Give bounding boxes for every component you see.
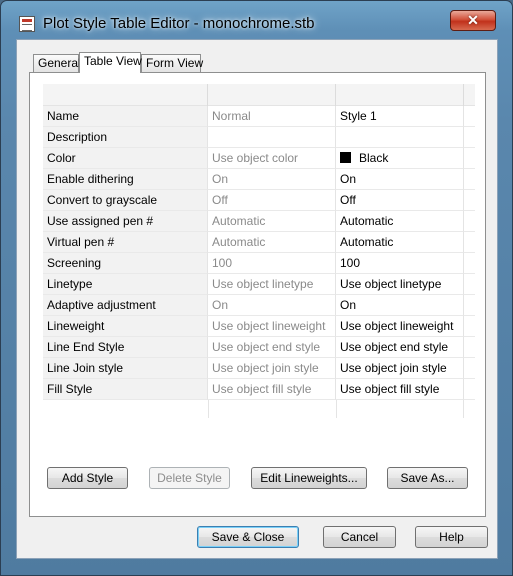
style1-value-cell[interactable]: 100	[336, 253, 464, 274]
grid-filler-cell	[464, 148, 475, 169]
grid-filler-cell	[464, 358, 475, 379]
table-view-panel: Name Normal Style 1 Description Color Use obj…	[29, 72, 486, 517]
property-name-cell: Enable dithering	[43, 169, 208, 190]
table-row[interactable]: Convert to grayscale Off Off	[43, 190, 475, 211]
grid-filler-cell	[464, 316, 475, 337]
normal-style-cell: Automatic	[208, 232, 336, 253]
style1-value-cell[interactable]: Automatic	[336, 232, 464, 253]
normal-style-cell: Off	[208, 190, 336, 211]
table-row[interactable]: Description	[43, 127, 475, 148]
grid-filler-cell	[464, 169, 475, 190]
table-row[interactable]: Line End Style Use object end style Use ob…	[43, 337, 475, 358]
save-and-close-button[interactable]: Save & Close	[197, 526, 299, 548]
color-value-label: Black	[359, 151, 389, 165]
normal-style-cell: 100	[208, 253, 336, 274]
grid-filler-cell	[464, 295, 475, 316]
normal-style-cell: Use object fill style	[208, 379, 336, 400]
close-button[interactable]: ✕	[450, 10, 496, 31]
normal-style-cell: On	[208, 295, 336, 316]
tab-form-view[interactable]: Form View	[141, 54, 203, 72]
normal-style-cell: Use object join style	[208, 358, 336, 379]
grid-filler-cell	[464, 127, 475, 148]
help-button[interactable]: Help	[415, 526, 488, 548]
property-name-cell: Use assigned pen #	[43, 211, 208, 232]
grid-column-divider	[336, 400, 337, 418]
table-row[interactable]: Fill Style Use object fill style Use objec…	[43, 379, 475, 400]
normal-style-cell: Automatic	[208, 211, 336, 232]
delete-style-button[interactable]: Delete Style	[149, 467, 230, 489]
property-name-cell: Screening	[43, 253, 208, 274]
grid-filler-cell	[464, 190, 475, 211]
grid-filler-cell	[464, 253, 475, 274]
table-row[interactable]: Name Normal Style 1	[43, 106, 475, 127]
tab-general[interactable]: General	[33, 54, 81, 72]
normal-style-cell: Use object end style	[208, 337, 336, 358]
table-row[interactable]: Color Use object color Black	[43, 148, 475, 169]
style1-value-cell[interactable]: Black	[336, 148, 464, 169]
style1-value-cell[interactable]: Use object end style	[336, 337, 464, 358]
style1-value-cell[interactable]: Use object fill style	[336, 379, 464, 400]
table-row[interactable]: Linetype Use object linetype Use object li…	[43, 274, 475, 295]
style1-value-cell[interactable]: Style 1	[336, 106, 464, 127]
grid-filler-cell	[464, 274, 475, 295]
normal-style-cell: Use object lineweight	[208, 316, 336, 337]
table-row[interactable]: Enable dithering On On	[43, 169, 475, 190]
property-name-cell: Description	[43, 127, 208, 148]
normal-style-cell: Use object color	[208, 148, 336, 169]
title-bar[interactable]: Plot Style Table Editor - monochrome.stb…	[1, 1, 512, 33]
normal-style-cell	[208, 127, 336, 148]
dialog-client-area: General Table View Form View Name Normal S…	[16, 39, 498, 559]
style1-value-cell[interactable]	[336, 127, 464, 148]
add-style-button[interactable]: Add Style	[47, 467, 128, 489]
style1-value-cell[interactable]: Use object lineweight	[336, 316, 464, 337]
style1-value-cell[interactable]: On	[336, 295, 464, 316]
edit-lineweights-button[interactable]: Edit Lineweights...	[251, 467, 367, 489]
table-row[interactable]: Line Join style Use object join style Use …	[43, 358, 475, 379]
grid-header-corner	[43, 84, 208, 106]
table-row[interactable]: Lineweight Use object lineweight Use objec…	[43, 316, 475, 337]
normal-style-cell: Use object linetype	[208, 274, 336, 295]
property-name-cell: Fill Style	[43, 379, 208, 400]
table-row[interactable]: Virtual pen # Automatic Automatic	[43, 232, 475, 253]
grid-filler-cell	[464, 211, 475, 232]
style1-value-cell[interactable]: Use object linetype	[336, 274, 464, 295]
table-row[interactable]: Use assigned pen # Automatic Automatic	[43, 211, 475, 232]
style1-value-cell[interactable]: Automatic	[336, 211, 464, 232]
grid-header-normal[interactable]	[208, 84, 336, 106]
property-name-cell: Color	[43, 148, 208, 169]
grid-filler-cell	[464, 106, 475, 127]
property-name-cell: Line End Style	[43, 337, 208, 358]
grid-header-style1[interactable]	[336, 84, 464, 106]
grid-filler-cell	[464, 337, 475, 358]
property-name-cell: Virtual pen #	[43, 232, 208, 253]
grid-column-divider	[208, 400, 209, 418]
save-as-button[interactable]: Save As...	[387, 467, 468, 489]
property-name-cell: Linetype	[43, 274, 208, 295]
grid-header	[43, 84, 475, 106]
plot-style-table-editor-window: Plot Style Table Editor - monochrome.stb…	[0, 0, 513, 576]
property-name-cell: Line Join style	[43, 358, 208, 379]
plot-style-app-icon	[19, 16, 35, 32]
style1-value-cell[interactable]: Off	[336, 190, 464, 211]
style1-value-cell[interactable]: On	[336, 169, 464, 190]
tab-table-view[interactable]: Table View	[79, 52, 142, 73]
style1-value-cell[interactable]: Use object join style	[336, 358, 464, 379]
cancel-button[interactable]: Cancel	[323, 526, 396, 548]
property-name-cell: Name	[43, 106, 208, 127]
plot-style-grid[interactable]: Name Normal Style 1 Description Color Use obj…	[43, 84, 475, 454]
color-swatch-icon	[340, 152, 351, 163]
table-row[interactable]: Adaptive adjustment On On	[43, 295, 475, 316]
normal-style-cell: Normal	[208, 106, 336, 127]
property-name-cell: Convert to grayscale	[43, 190, 208, 211]
property-name-cell: Adaptive adjustment	[43, 295, 208, 316]
grid-filler-cell	[464, 232, 475, 253]
property-name-cell: Lineweight	[43, 316, 208, 337]
window-title: Plot Style Table Editor - monochrome.stb	[43, 15, 315, 32]
grid-filler-cell	[464, 379, 475, 400]
close-icon: ✕	[467, 12, 479, 28]
normal-style-cell: On	[208, 169, 336, 190]
table-row[interactable]: Screening 100 100	[43, 253, 475, 274]
